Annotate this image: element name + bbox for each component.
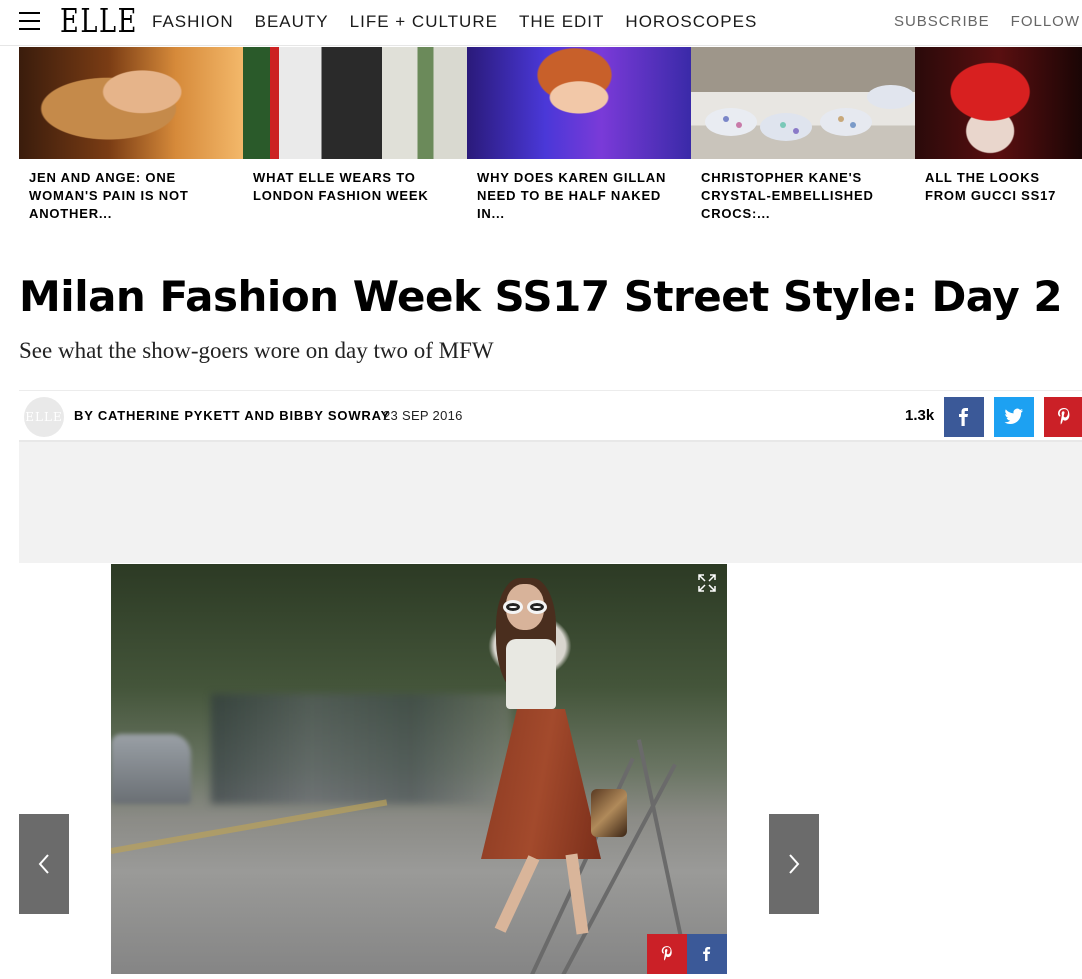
related-card[interactable]: WHY DOES KAREN GILLAN NEED TO BE HALF NA… — [467, 47, 691, 223]
chevron-right-icon — [789, 854, 800, 874]
related-title[interactable]: CHRISTOPHER KANE'S CRYSTAL-EMBELLISHED C… — [691, 159, 915, 223]
related-articles-strip: JEN AND ANGE: ONE WOMAN'S PAIN IS NOT AN… — [19, 47, 1082, 227]
nav-item-beauty[interactable]: BEAUTY — [255, 12, 329, 32]
facebook-icon — [959, 408, 968, 426]
photo-detail — [491, 853, 601, 944]
article-headline: Milan Fashion Week SS17 Street Style: Da… — [19, 272, 1063, 321]
twitter-share-button[interactable] — [994, 397, 1034, 437]
photo-detail — [503, 600, 549, 614]
pinterest-icon — [661, 946, 672, 961]
related-card[interactable]: WHAT ELLE WEARS TO LONDON FASHION WEEK — [243, 47, 467, 205]
photo-detail — [111, 799, 388, 854]
nav-item-the-edit[interactable]: THE EDIT — [519, 12, 604, 32]
byline-bar: ELLE BY CATHERINE PYKETT AND BIBBY SOWRA… — [19, 390, 1082, 442]
pinterest-icon — [1058, 408, 1070, 425]
hamburger-menu-icon[interactable] — [19, 11, 40, 31]
slideshow-prev-button[interactable] — [19, 814, 69, 914]
related-thumbnail[interactable] — [467, 47, 691, 159]
elle-logo[interactable]: ELLE — [60, 2, 138, 40]
related-card[interactable]: CHRISTOPHER KANE'S CRYSTAL-EMBELLISHED C… — [691, 47, 915, 223]
main-nav: FASHION BEAUTY LIFE + CULTURE THE EDIT H… — [152, 12, 778, 32]
expand-icon[interactable] — [696, 572, 718, 594]
related-card[interactable]: ALL THE LOOKS FROM GUCCI SS17 — [915, 47, 1082, 205]
slideshow — [19, 563, 1082, 979]
slideshow-next-button[interactable] — [769, 814, 819, 914]
publish-date: 23 SEP 2016 — [383, 408, 463, 423]
pinterest-share-button[interactable] — [1044, 397, 1082, 437]
related-thumbnail[interactable] — [915, 47, 1082, 159]
chevron-left-icon — [38, 854, 49, 874]
facebook-icon — [703, 947, 711, 961]
related-thumbnail[interactable] — [243, 47, 467, 159]
header-actions: SUBSCRIBE FOLLOW — [873, 12, 1080, 32]
related-title[interactable]: WHY DOES KAREN GILLAN NEED TO BE HALF NA… — [467, 159, 691, 223]
crocs-thumbnail-art — [691, 47, 915, 141]
photo-detail — [111, 734, 191, 804]
ad-placeholder — [19, 442, 1082, 563]
facebook-share-button[interactable] — [944, 397, 984, 437]
image-pinterest-button[interactable] — [647, 934, 687, 974]
article-byline: BY CATHERINE PYKETT AND BIBBY SOWRAY — [74, 408, 391, 423]
image-facebook-button[interactable] — [687, 934, 727, 974]
twitter-icon — [1004, 408, 1023, 424]
photo-detail — [211, 694, 511, 804]
related-thumbnail[interactable] — [691, 47, 915, 159]
article-subhead: See what the show-goers wore on day two … — [19, 338, 494, 363]
nav-item-fashion[interactable]: FASHION — [152, 12, 234, 32]
related-thumbnail[interactable] — [19, 47, 243, 159]
related-card[interactable]: JEN AND ANGE: ONE WOMAN'S PAIN IS NOT AN… — [19, 47, 243, 223]
follow-link[interactable]: FOLLOW — [1011, 12, 1080, 32]
slide-image[interactable] — [111, 564, 727, 974]
share-count: 1.3k — [905, 407, 935, 424]
photo-detail — [591, 789, 627, 837]
related-title[interactable]: WHAT ELLE WEARS TO LONDON FASHION WEEK — [243, 159, 467, 205]
related-title[interactable]: JEN AND ANGE: ONE WOMAN'S PAIN IS NOT AN… — [19, 159, 243, 223]
photo-detail — [506, 639, 556, 709]
subscribe-link[interactable]: SUBSCRIBE — [894, 12, 990, 32]
author-avatar: ELLE — [24, 397, 64, 437]
related-title[interactable]: ALL THE LOOKS FROM GUCCI SS17 — [915, 159, 1082, 205]
nav-item-life-culture[interactable]: LIFE + CULTURE — [350, 12, 498, 32]
nav-item-horoscopes[interactable]: HOROSCOPES — [625, 12, 757, 32]
site-header: ELLE FASHION BEAUTY LIFE + CULTURE THE E… — [0, 0, 1082, 46]
